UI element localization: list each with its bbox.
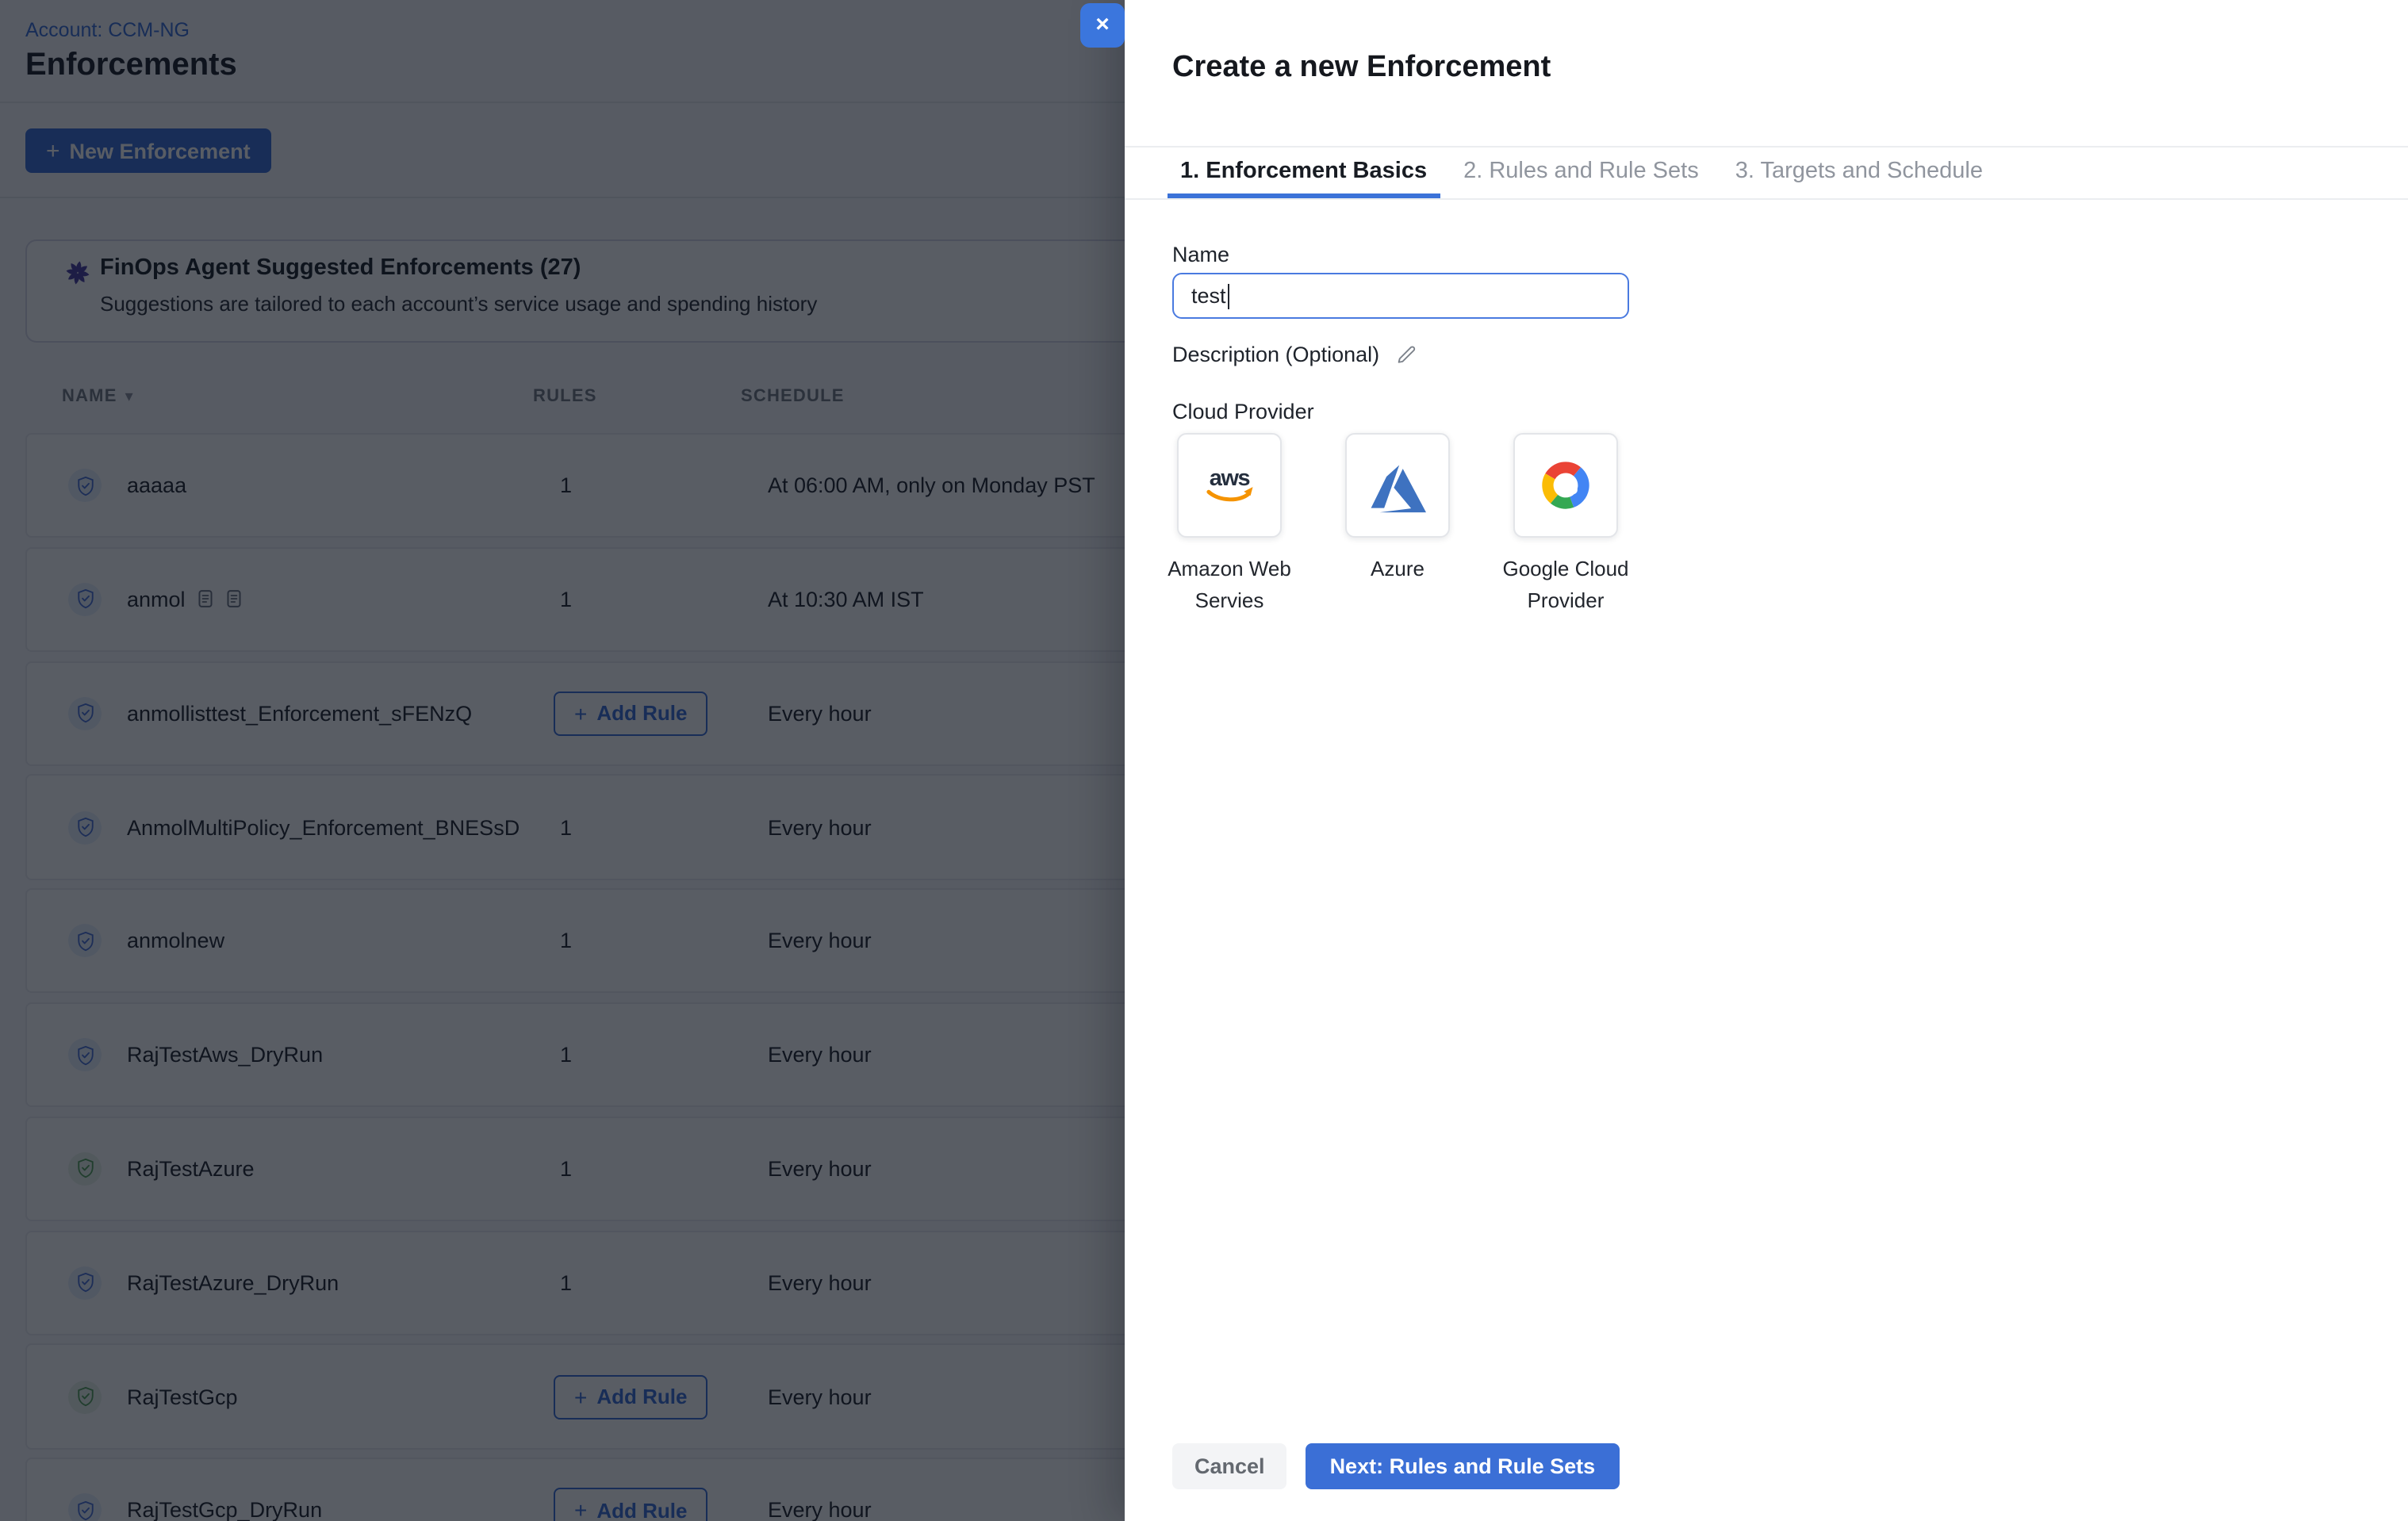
create-enforcement-drawer: × Create a new Enforcement 1. Enforcemen… — [1125, 0, 2408, 1521]
description-label: Description (Optional) — [1172, 343, 1379, 366]
screen: Account: CCM-NG Enforcements + New Enfor… — [0, 0, 2408, 1521]
provider-aws-card[interactable]: aws Amazon Web Servies — [1145, 433, 1313, 615]
provider-aws-label: Amazon Web Servies — [1145, 554, 1313, 615]
wizard-tabs: 1. Enforcement Basics 2. Rules and Rule … — [1125, 146, 2408, 200]
tab-targets-and-schedule[interactable]: 3. Targets and Schedule — [1723, 148, 1996, 198]
provider-azure-card[interactable]: Azure — [1313, 433, 1482, 615]
close-icon: × — [1095, 13, 1110, 36]
svg-text:aws: aws — [1210, 465, 1250, 491]
provider-gcp-label: Google Cloud Provider — [1482, 554, 1650, 615]
text-caret — [1228, 283, 1230, 308]
name-input[interactable]: test — [1172, 273, 1629, 319]
drawer-title: Create a new Enforcement — [1172, 51, 1551, 86]
name-label: Name — [1172, 243, 1229, 266]
cloud-provider-label: Cloud Provider — [1172, 400, 1314, 423]
gcp-logo-icon — [1536, 455, 1596, 515]
close-button[interactable]: × — [1080, 2, 1125, 47]
tab-rules-and-rule-sets[interactable]: 2. Rules and Rule Sets — [1451, 148, 1712, 198]
tab-enforcement-basics[interactable]: 1. Enforcement Basics — [1168, 148, 1440, 198]
azure-logo-icon — [1369, 457, 1426, 514]
cloud-provider-options: aws Amazon Web Servies Azur — [1145, 433, 1650, 615]
next-button[interactable]: Next: Rules and Rule Sets — [1306, 1443, 1620, 1489]
edit-pencil-icon[interactable] — [1394, 343, 1417, 366]
aws-logo-icon: aws — [1194, 450, 1264, 520]
name-input-value: test — [1191, 284, 1226, 308]
provider-gcp-card[interactable]: Google Cloud Provider — [1482, 433, 1650, 615]
provider-azure-label: Azure — [1371, 554, 1424, 584]
drawer-footer: Cancel Next: Rules and Rule Sets — [1172, 1443, 1619, 1489]
cancel-button[interactable]: Cancel — [1172, 1443, 1287, 1489]
